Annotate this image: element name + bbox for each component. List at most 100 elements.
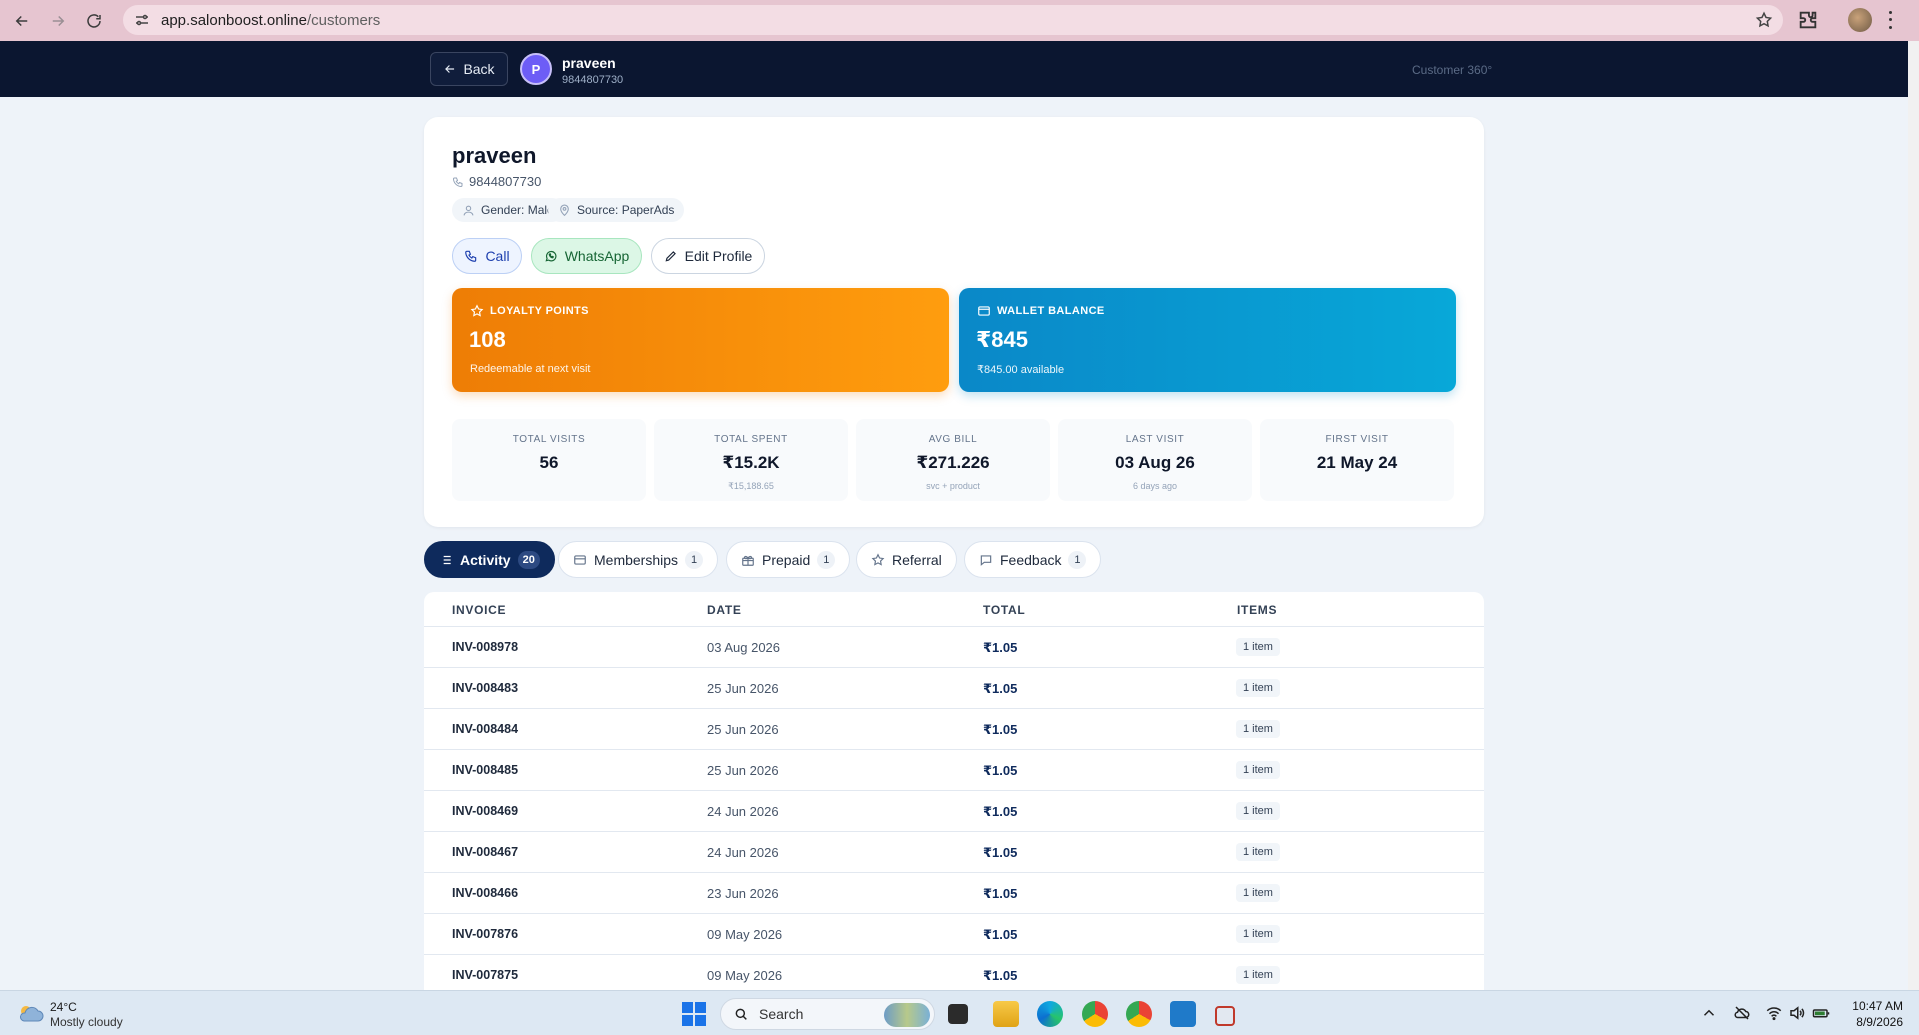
date-cell: 03 Aug 2026 xyxy=(707,640,781,655)
items-badge: 1 item xyxy=(1236,966,1280,984)
avatar: P xyxy=(520,53,552,85)
table-row[interactable]: INV-008978 03 Aug 2026 ₹1.05 1 item xyxy=(424,627,1484,668)
metric-avg-bill: AVG BILL ₹271.226 svc + product xyxy=(856,419,1050,501)
clock-date[interactable]: 8/9/2026 xyxy=(1849,1015,1903,1029)
total-cell: ₹1.05 xyxy=(983,886,1018,901)
table-header: INVOICE DATE TOTAL ITEMS xyxy=(424,592,1484,627)
metric-subtext: 6 days ago xyxy=(1132,481,1178,491)
tab-count-badge: 1 xyxy=(817,550,836,569)
pencil-icon xyxy=(665,251,676,262)
loyalty-points-value: 108 xyxy=(469,327,506,352)
bookmark-star-icon[interactable] xyxy=(1755,11,1773,29)
tab-label: Prepaid xyxy=(762,551,811,568)
tab-prepaid[interactable]: Prepaid 1 xyxy=(726,541,851,578)
star-icon xyxy=(871,552,885,566)
message-icon xyxy=(980,554,992,566)
column-header-date: DATE xyxy=(707,603,742,617)
call-label: Call xyxy=(485,248,510,264)
tab-referral[interactable]: Referral xyxy=(856,541,957,578)
total-cell: ₹1.05 xyxy=(983,722,1018,737)
volume-icon[interactable] xyxy=(1788,1004,1806,1022)
gender-chip: Gender: Male xyxy=(452,198,564,222)
table-row[interactable]: INV-007876 09 May 2026 ₹1.05 1 item xyxy=(424,914,1484,955)
wifi-icon[interactable] xyxy=(1765,1004,1783,1022)
total-cell: ₹1.05 xyxy=(983,640,1018,655)
battery-icon[interactable] xyxy=(1812,1004,1830,1022)
header-customer-name: praveen xyxy=(562,55,616,71)
items-badge: 1 item xyxy=(1236,720,1280,738)
metric-label: FIRST VISIT xyxy=(1325,434,1389,445)
task-view-icon[interactable] xyxy=(948,1004,968,1024)
back-arrow-icon[interactable] xyxy=(8,7,36,35)
invoice-cell: INV-008978 xyxy=(452,640,519,654)
star-icon xyxy=(470,304,484,317)
snipping-tool-icon[interactable] xyxy=(1215,1006,1235,1026)
windows-start-icon[interactable] xyxy=(682,1002,706,1026)
taskbar-search[interactable]: Search xyxy=(720,998,935,1030)
chrome-profile-icon[interactable] xyxy=(1126,1001,1152,1027)
items-badge: 1 item xyxy=(1236,761,1280,779)
user-icon xyxy=(463,205,474,215)
date-cell: 09 May 2026 xyxy=(707,927,783,942)
extensions-icon[interactable] xyxy=(1797,9,1819,31)
back-label: Back xyxy=(463,61,495,77)
invoice-cell: INV-007876 xyxy=(452,927,519,941)
invoice-cell: INV-008469 xyxy=(452,804,519,818)
tab-feedback[interactable]: Feedback 1 xyxy=(964,541,1102,578)
column-header-total: TOTAL xyxy=(983,603,1026,617)
tab-label: Feedback xyxy=(1000,551,1062,568)
total-cell: ₹1.05 xyxy=(983,968,1018,983)
cloud-off-icon[interactable] xyxy=(1733,1004,1751,1022)
whatsapp-button[interactable]: WhatsApp xyxy=(531,238,642,274)
loyalty-label-text: LOYALTY POINTS xyxy=(490,305,589,317)
total-cell: ₹1.05 xyxy=(983,845,1018,860)
call-button[interactable]: Call xyxy=(452,238,522,274)
column-header-invoice: INVOICE xyxy=(452,603,507,617)
header-customer-phone: 9844807730 xyxy=(562,74,624,86)
chevron-up-icon[interactable] xyxy=(1700,1004,1718,1022)
items-badge: 1 item xyxy=(1236,802,1280,820)
table-row[interactable]: INV-008483 25 Jun 2026 ₹1.05 1 item xyxy=(424,668,1484,709)
file-explorer-icon[interactable] xyxy=(993,1001,1019,1027)
table-row[interactable]: INV-008466 23 Jun 2026 ₹1.05 1 item xyxy=(424,873,1484,914)
metric-subtext: ₹15,188.65 xyxy=(728,481,774,491)
edit-profile-button[interactable]: Edit Profile xyxy=(651,238,765,274)
items-badge: 1 item xyxy=(1236,925,1280,943)
tab-label: Referral xyxy=(892,551,942,568)
address-bar[interactable]: app.salonboost.online/customers xyxy=(123,5,1783,35)
invoice-cell: INV-008483 xyxy=(452,681,519,695)
cloudy-weather-icon[interactable] xyxy=(16,1002,44,1024)
wallet-subtext: ₹845.00 available xyxy=(977,364,1065,376)
tab-count-badge: 20 xyxy=(517,550,540,569)
loyalty-label: LOYALTY POINTS xyxy=(470,304,589,318)
site-settings-icon[interactable] xyxy=(133,11,151,29)
table-row[interactable]: INV-008467 24 Jun 2026 ₹1.05 1 item xyxy=(424,832,1484,873)
tab-activity[interactable]: Activity 20 xyxy=(424,541,555,578)
back-button[interactable]: Back xyxy=(430,52,508,86)
total-cell: ₹1.05 xyxy=(983,927,1018,942)
wallet-balance-card: WALLET BALANCE ₹845 ₹845.00 available xyxy=(959,288,1456,392)
page-scrollbar[interactable] xyxy=(1908,41,1919,991)
edge-browser-icon[interactable] xyxy=(1037,1001,1063,1027)
table-row[interactable]: INV-008485 25 Jun 2026 ₹1.05 1 item xyxy=(424,750,1484,791)
date-cell: 24 Jun 2026 xyxy=(707,804,779,819)
items-badge: 1 item xyxy=(1236,638,1280,656)
browser-menu-icon[interactable] xyxy=(1885,9,1895,31)
tab-memberships[interactable]: Memberships 1 xyxy=(558,541,719,578)
chrome-icon[interactable] xyxy=(1082,1001,1108,1027)
clock-time[interactable]: 10:47 AM xyxy=(1849,999,1903,1013)
forward-arrow-icon[interactable] xyxy=(44,7,72,35)
browser-profile-avatar[interactable] xyxy=(1848,8,1872,32)
reload-icon[interactable] xyxy=(80,7,108,35)
table-row[interactable]: INV-008469 24 Jun 2026 ₹1.05 1 item xyxy=(424,791,1484,832)
table-row[interactable]: INV-007875 09 May 2026 ₹1.05 1 item xyxy=(424,955,1484,992)
wallet-icon xyxy=(978,306,990,316)
vscode-icon[interactable] xyxy=(1170,1001,1196,1027)
metric-total-visits: TOTAL VISITS 56 xyxy=(452,419,646,501)
invoice-cell: INV-008467 xyxy=(452,845,519,859)
metric-value: 21 May 24 xyxy=(1316,453,1398,472)
wallet-label-text: WALLET BALANCE xyxy=(997,305,1105,317)
metric-value: ₹271.226 xyxy=(916,453,990,472)
date-cell: 09 May 2026 xyxy=(707,968,783,983)
table-row[interactable]: INV-008484 25 Jun 2026 ₹1.05 1 item xyxy=(424,709,1484,750)
